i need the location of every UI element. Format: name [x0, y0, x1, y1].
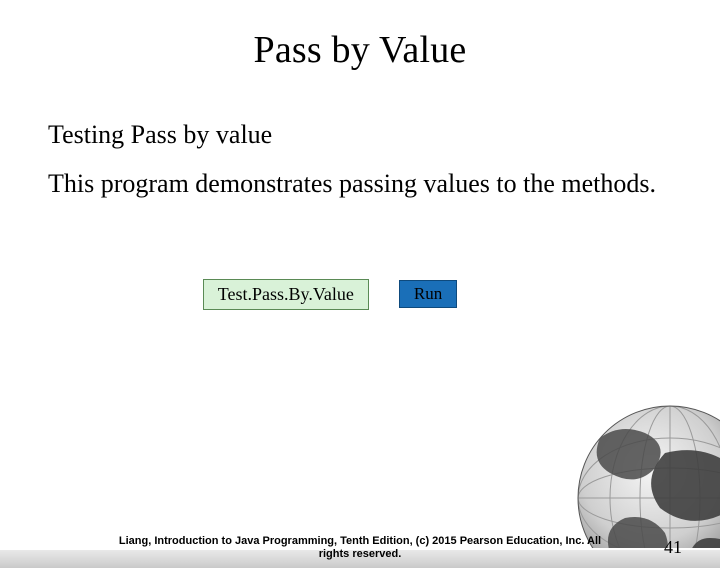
subtitle: Testing Pass by value	[48, 120, 672, 150]
footer-text: Liang, Introduction to Java Programming,…	[0, 535, 720, 563]
code-link-button[interactable]: Test.Pass.By.Value	[203, 279, 369, 310]
run-button[interactable]: Run	[399, 280, 457, 308]
body-text: This program demonstrates passing values…	[48, 168, 672, 201]
globe-icon	[570, 398, 720, 548]
slide-title: Pass by Value	[0, 28, 720, 72]
page-number: 41	[664, 537, 682, 558]
content-area: Testing Pass by value This program demon…	[0, 120, 720, 310]
button-row: Test.Pass.By.Value Run	[48, 279, 672, 310]
